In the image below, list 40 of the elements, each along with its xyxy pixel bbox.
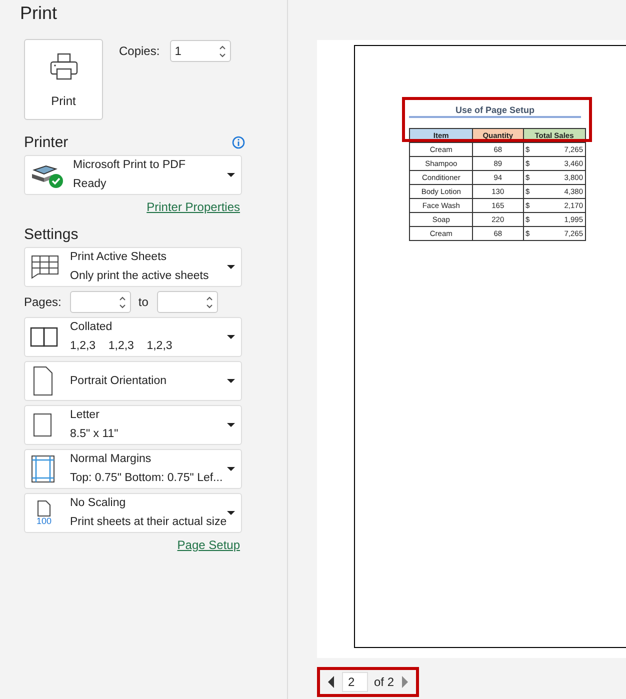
settings-dropdown[interactable]: Normal Margins Top: 0.75" Bottom: 0.75" Lef...	[24, 449, 242, 489]
page-icon	[37, 500, 51, 517]
caret-icon	[227, 423, 235, 427]
caret-icon	[227, 511, 235, 515]
caret-icon	[227, 265, 235, 269]
settings-dropdown[interactable]: Portrait Orientation	[24, 361, 242, 401]
scale-percent: 100	[36, 517, 52, 526]
spinner-icon[interactable]	[218, 44, 226, 58]
spinner-icon[interactable]	[119, 296, 126, 308]
copies-label: Copies:	[119, 44, 160, 58]
settings-dropdown[interactable]: 100 No Scaling Print sheets at their actual size	[24, 493, 242, 533]
settings-dropdown[interactable]: Collated 1,2,3 1,2,3 1,2,3	[24, 317, 242, 357]
printer-properties-link[interactable]: Printer Properties	[146, 200, 240, 214]
page-to-field[interactable]	[157, 291, 218, 313]
printer-icon	[48, 52, 78, 82]
next-page-icon[interactable]	[400, 675, 410, 689]
printer-heading: Printer	[24, 134, 68, 151]
printer-dropdown[interactable]: Microsoft Print to PDF Ready	[24, 155, 242, 195]
caret-icon	[227, 173, 235, 177]
page-number-field[interactable]: 2	[342, 672, 368, 692]
settings-heading: Settings	[24, 226, 80, 243]
previous-page-icon[interactable]	[326, 675, 336, 689]
page-count: of 2	[374, 675, 394, 689]
caret-icon	[227, 335, 235, 339]
to-label: to	[138, 295, 148, 309]
caret-icon	[227, 467, 235, 471]
settings-dropdown[interactable]: Print Active Sheets Only print the active sheets	[24, 247, 242, 287]
spinner-icon[interactable]	[206, 296, 214, 308]
collated-pages-icon	[30, 326, 60, 348]
page-from-field[interactable]	[70, 291, 132, 313]
sheet-title: Use of Page Setup	[409, 101, 581, 118]
sheet-grid-icon	[30, 254, 60, 280]
settings-dropdown[interactable]: Letter 8.5" x 11"	[24, 405, 242, 445]
page-title: Print	[20, 3, 58, 25]
pages-label: Pages:	[24, 295, 62, 309]
copies-field[interactable]: 1	[170, 40, 231, 62]
info-icon[interactable]	[232, 136, 245, 149]
print-button[interactable]: Print	[24, 39, 103, 120]
page-setup-link[interactable]: Page Setup	[177, 538, 240, 552]
caret-icon	[227, 379, 235, 383]
